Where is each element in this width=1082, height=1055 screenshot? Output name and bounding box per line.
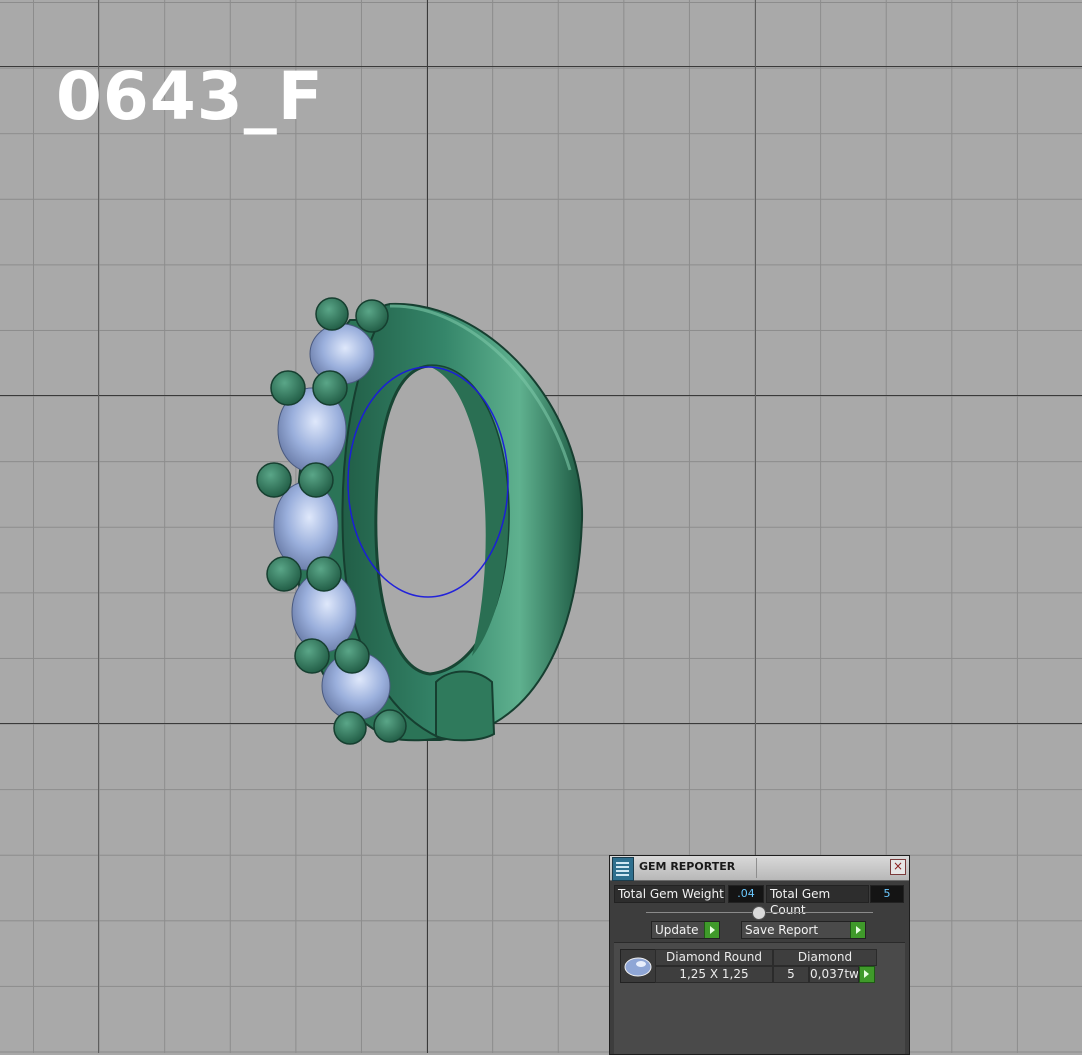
3d-viewport[interactable]: 0643_F <box>0 0 1082 1053</box>
gem-count-cell: 5 <box>773 966 809 983</box>
gem-shape-cell: Diamond Round <box>655 949 773 966</box>
gem-size-cell: 1,25 X 1,25 <box>655 966 773 983</box>
gem-material-cell: Diamond <box>773 949 877 966</box>
title-divider <box>756 858 757 878</box>
gem-list: Diamond Round Diamond 1,25 X 1,25 5 0,03… <box>614 942 905 1054</box>
update-button-label: Update <box>655 923 699 937</box>
save-report-button-label: Save Report <box>745 923 819 937</box>
gem-reporter-titlebar[interactable]: GEM REPORTER × <box>610 856 909 881</box>
play-arrow-icon <box>704 922 719 938</box>
vertical-grid-line-major <box>98 0 99 1053</box>
total-gem-count-label: Total Gem Count <box>766 885 869 917</box>
round-gem-icon <box>624 957 652 977</box>
total-gem-count-value: 5 <box>870 885 904 903</box>
gem-row-arrow-button[interactable] <box>859 966 875 983</box>
gem-weight-cell: 0,037tw <box>809 966 859 983</box>
hinge <box>435 670 496 742</box>
gem-reporter-panel: GEM REPORTER × Total Gem Weight .04 Tota… <box>609 855 910 1055</box>
play-arrow-icon <box>850 922 865 938</box>
save-report-button[interactable]: Save Report <box>741 921 866 939</box>
update-button[interactable]: Update <box>651 921 720 939</box>
ring-model[interactable] <box>240 290 600 760</box>
panel-title: GEM REPORTER <box>639 860 736 873</box>
total-gem-weight-label: Total Gem Weight <box>614 885 725 903</box>
gem-reporter-icon <box>612 857 634 881</box>
total-gem-weight-value: .04 <box>728 885 764 903</box>
gem-thumbnail[interactable] <box>620 949 656 983</box>
totals-row: Total Gem Weight .04 Total Gem Count 5 <box>614 885 905 917</box>
panel-collapse-handle[interactable] <box>752 906 766 920</box>
model-name-label: 0643_F <box>56 58 324 135</box>
close-button[interactable]: × <box>890 859 906 875</box>
